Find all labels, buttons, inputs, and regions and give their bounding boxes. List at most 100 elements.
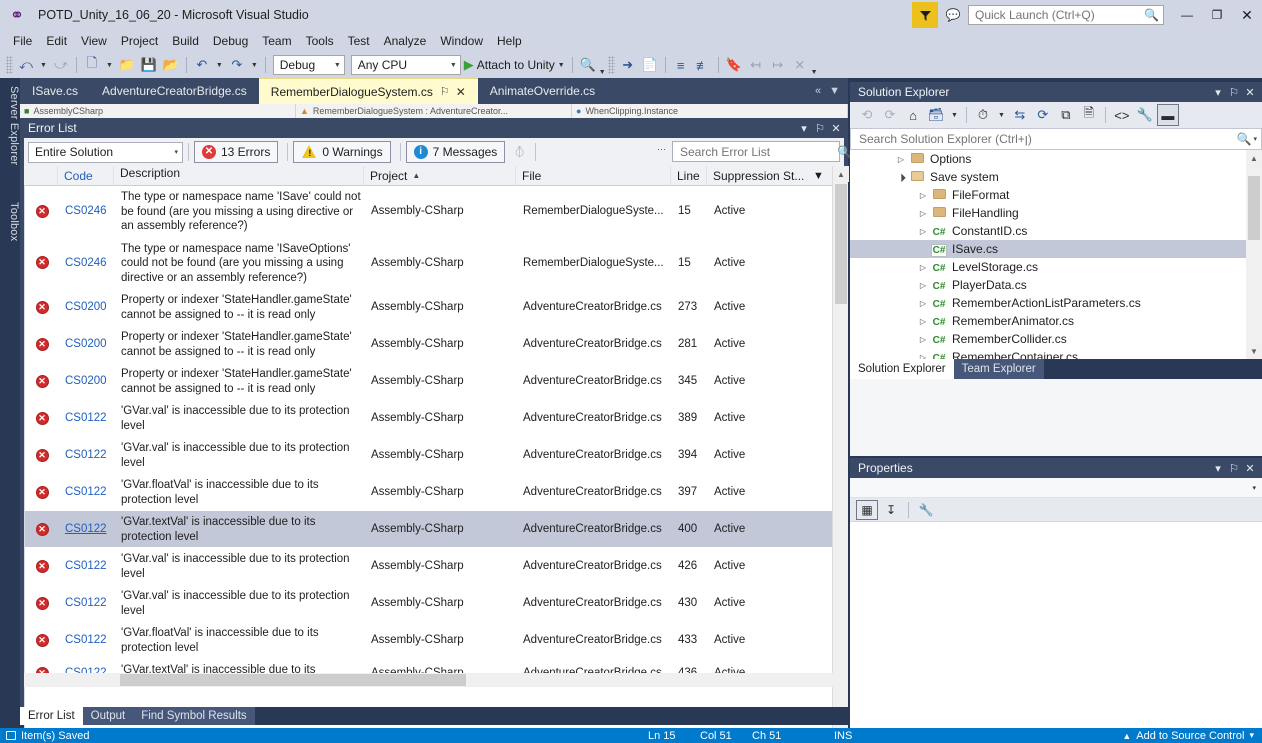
sidebar-tab-server-explorer[interactable]: Server Explorer [0, 80, 20, 190]
table-row[interactable]: ✕ CS0122 'GVar.val' is inaccessible due to… [25, 437, 844, 474]
menu-analyze[interactable]: Analyze [377, 32, 434, 50]
error-code-link[interactable]: CS0122 [59, 585, 115, 621]
sync-with-active-document-icon[interactable]: ⇆ [1009, 104, 1031, 126]
active-files-dropdown-icon[interactable]: ▼ [829, 85, 840, 97]
menu-help[interactable]: Help [490, 32, 529, 50]
column-header-suppression[interactable]: Suppression St... [707, 166, 807, 186]
save-all-icon[interactable]: 📂 [160, 54, 182, 76]
chevron-down-icon[interactable]: ▼ [37, 62, 50, 69]
tab-team-explorer[interactable]: Team Explorer [953, 359, 1044, 379]
error-code-link[interactable]: CS0200 [59, 326, 115, 362]
view-code-icon[interactable]: <> [1111, 104, 1133, 126]
find-in-files-icon[interactable]: 🔍 [577, 54, 599, 76]
attach-to-unity-play-icon[interactable]: ▶ [464, 57, 477, 73]
table-row[interactable]: ✕ CS0122 'GVar.val' is inaccessible due to… [25, 548, 844, 585]
close-icon[interactable]: ✕ [1242, 86, 1258, 99]
attach-to-unity-button[interactable]: Attach to Unity [477, 58, 555, 72]
column-header-code[interactable]: Code [58, 165, 114, 186]
table-row[interactable]: ✕ CS0122'GVar.textVal' is inaccessible du… [25, 511, 844, 548]
close-icon[interactable]: ✕ [456, 85, 466, 99]
chevron-right-icon[interactable]: ▷ [916, 353, 930, 360]
pin-icon[interactable]: ⚐ [812, 122, 828, 135]
column-header-file[interactable]: File [516, 165, 671, 186]
tree-item-save-system[interactable]: ◢ Save system [850, 168, 1262, 186]
tree-item-rememberanimator-cs[interactable]: ▷ C# RememberAnimator.cs [850, 312, 1262, 330]
menu-tools[interactable]: Tools [299, 32, 341, 50]
history-clock-icon[interactable]: ⏱ [972, 104, 994, 126]
navigate-backward-icon[interactable]: ⤺ [15, 54, 37, 76]
error-code-link[interactable]: CS0122 [59, 437, 115, 473]
scrollbar-thumb-horizontal[interactable] [120, 674, 466, 686]
chevron-down-icon[interactable]: ▼ [948, 112, 961, 119]
scroll-up-arrow-icon[interactable]: ▲ [833, 166, 849, 182]
column-header-description[interactable]: Description [114, 165, 364, 186]
scrollbar-thumb[interactable] [835, 184, 847, 304]
menu-test[interactable]: Test [341, 32, 377, 50]
chevron-right-icon[interactable]: ▷ [916, 227, 930, 236]
error-code-link[interactable]: CS0200 [59, 289, 115, 325]
pin-icon[interactable]: ⚐ [440, 85, 450, 98]
chevron-right-icon[interactable]: ▷ [916, 209, 930, 218]
tree-item-fileformat[interactable]: ▷ FileFormat [850, 186, 1262, 204]
solution-explorer-search-box[interactable]: 🔍 ▾ [850, 128, 1262, 150]
send-feedback-icon[interactable]: 💬 [942, 8, 964, 22]
table-row[interactable]: ✕ CS0200 Property or indexer 'StateHandler… [25, 363, 844, 400]
error-search-box[interactable]: 🔍 ▾ [672, 141, 857, 162]
flag-icon[interactable] [912, 2, 938, 28]
navbar-type-dropdown[interactable]: ▲ RememberDialogueSystem : AdventureCrea… [296, 104, 572, 118]
tree-item-playerdata-cs[interactable]: ▷ C# PlayerData.cs [850, 276, 1262, 294]
toolbar-overflow-button-2[interactable]: ▼ [811, 54, 818, 76]
tab-animateoverride-cs[interactable]: AnimateOverride.cs [477, 78, 608, 104]
source-control-group[interactable]: ▲ Add to Source Control ▾ [1122, 730, 1254, 742]
open-folder-icon[interactable]: 📁 [116, 54, 138, 76]
error-code-link[interactable]: CS0246 [59, 186, 115, 237]
error-list-vertical-scrollbar[interactable]: ▲ ▼ [832, 166, 849, 743]
redo-icon[interactable]: ↷ [226, 54, 248, 76]
menu-edit[interactable]: Edit [39, 32, 74, 50]
column-header-line[interactable]: Line [671, 165, 707, 186]
scrollbar-thumb[interactable] [1248, 176, 1260, 240]
error-scope-combo[interactable]: Entire Solution ▾ [28, 141, 183, 163]
alphabetical-sort-icon[interactable]: ↧ [880, 500, 902, 520]
decrease-indent-icon[interactable]: ≢ [692, 54, 714, 76]
filter-warnings-button[interactable]: ! 0 Warnings [293, 141, 391, 163]
chevron-down-icon[interactable]: ▾ [1253, 135, 1257, 143]
save-icon[interactable]: 💾 [138, 54, 160, 76]
tab-rememberdialoguesystem-cs[interactable]: RememberDialogueSystem.cs ⚐ ✕ [258, 78, 478, 104]
solution-explorer-search-input[interactable] [857, 131, 1237, 147]
error-code-link[interactable]: CS0122 [59, 548, 115, 584]
categorized-view-icon[interactable]: ▦ [856, 499, 878, 520]
tab-solution-explorer[interactable]: Solution Explorer [850, 359, 954, 379]
properties-object-combo[interactable]: ▾ [850, 478, 1262, 498]
menu-view[interactable]: View [74, 32, 114, 50]
toggle-bookmark-icon[interactable]: 🔖 [723, 54, 745, 76]
table-row[interactable]: ✕ CS0122 'GVar.val' is inaccessible due to… [25, 400, 844, 437]
scroll-down-arrow-icon[interactable]: ▼ [1246, 343, 1262, 359]
error-code-link[interactable]: CS0246 [59, 238, 115, 289]
pin-icon[interactable]: ⚐ [1226, 86, 1242, 99]
chevron-right-icon[interactable]: ▷ [916, 281, 930, 290]
table-row[interactable]: ✕ CS0122 'GVar.val' is inaccessible due to… [25, 585, 844, 622]
collapse-all-icon[interactable]: ⧉ [1055, 104, 1077, 126]
solution-platform-combo[interactable]: Any CPU ▼ [350, 55, 461, 75]
error-list-grid[interactable]: ✕ CS0246 The type or namespace name 'ISave… [24, 186, 844, 743]
close-icon[interactable]: ✕ [1242, 462, 1258, 475]
close-button[interactable]: ✕ [1232, 2, 1262, 28]
properties-wrench-icon[interactable]: 🔧 [1134, 104, 1156, 126]
chevron-right-icon[interactable]: ▷ [916, 335, 930, 344]
table-row[interactable]: ✕ CS0122 'GVar.floatVal' is inaccessible d… [25, 622, 844, 659]
tab-output[interactable]: Output [82, 707, 134, 725]
tree-item-isave-cs[interactable]: C# ISave.cs [850, 240, 1262, 258]
solution-tree-scrollbar[interactable]: ▲ ▼ [1246, 150, 1262, 359]
error-code-link[interactable]: CS0122 [59, 511, 115, 547]
undo-icon[interactable]: ↶ [191, 54, 213, 76]
menu-project[interactable]: Project [114, 32, 165, 50]
home-icon[interactable]: ⌂ [902, 104, 924, 126]
pending-changes-filter-icon[interactable]: 🗃 [925, 104, 947, 126]
show-all-files-icon[interactable]: 🗎 [1078, 104, 1100, 126]
step-into-icon[interactable]: ➜ [617, 54, 639, 76]
panel-dropdown-icon[interactable]: ▾ [1210, 86, 1226, 99]
increase-indent-icon[interactable]: ≡ [670, 54, 692, 76]
chevron-right-icon[interactable]: ▷ [894, 155, 908, 164]
navbar-project-dropdown[interactable]: ■ AssemblyCSharp [20, 104, 296, 118]
